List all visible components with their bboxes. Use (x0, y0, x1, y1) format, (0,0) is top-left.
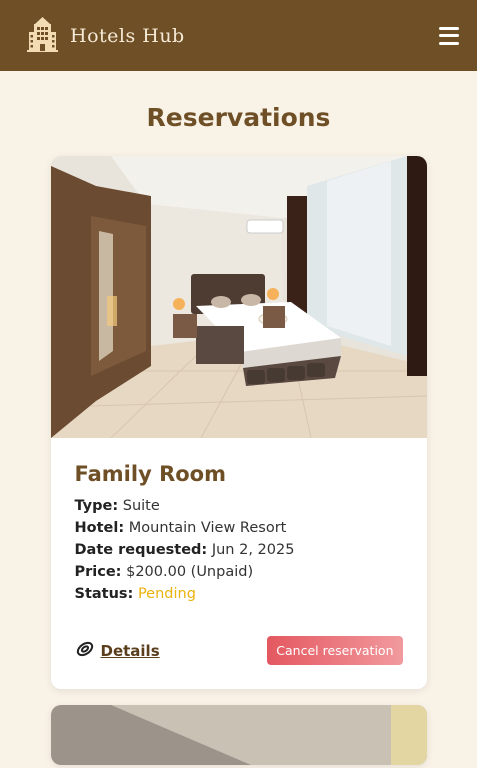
page-title: Reservations (146, 103, 331, 132)
room-name: Family Room (74, 462, 226, 486)
top-navbar: Hotels Hub (0, 0, 477, 71)
hamburger-menu-icon[interactable] (439, 26, 459, 45)
type-value: Suite (122, 498, 160, 514)
brand[interactable]: Hotels Hub (27, 16, 185, 56)
status-badge: Pending (137, 586, 196, 602)
status-label: Status: (74, 586, 134, 602)
type-label: Type: (74, 498, 119, 514)
status-row: Status: Pending (75, 586, 403, 602)
hotel-value: Mountain View Resort (128, 520, 287, 536)
price-label: Price: (74, 564, 122, 580)
room-photo (50, 156, 427, 438)
hotel-row: Hotel: Mountain View Resort (75, 520, 403, 536)
hotel-building-icon (27, 16, 58, 56)
card-actions: Details Cancel reservation (75, 636, 403, 665)
price-value: $200.00 (Unpaid) (126, 564, 254, 580)
hotel-label: Hotel: (74, 520, 125, 536)
date-row: Date requested: Jun 2, 2025 (75, 542, 403, 558)
date-value: Jun 2, 2025 (211, 542, 295, 558)
cancel-reservation-button[interactable]: Cancel reservation (267, 636, 403, 665)
brand-name: Hotels Hub (70, 24, 185, 47)
details-link[interactable]: Details (75, 640, 160, 662)
date-label: Date requested: (74, 542, 208, 558)
type-row: Type: Suite (75, 498, 403, 514)
ticket-icon (75, 640, 95, 662)
room-photo (50, 705, 427, 765)
price-row: Price: $200.00 (Unpaid) (75, 564, 403, 580)
reservation-card (50, 705, 427, 765)
reservation-card: Family Room Type: Suite Hotel: Mountain … (50, 156, 427, 689)
details-label: Details (100, 641, 160, 660)
